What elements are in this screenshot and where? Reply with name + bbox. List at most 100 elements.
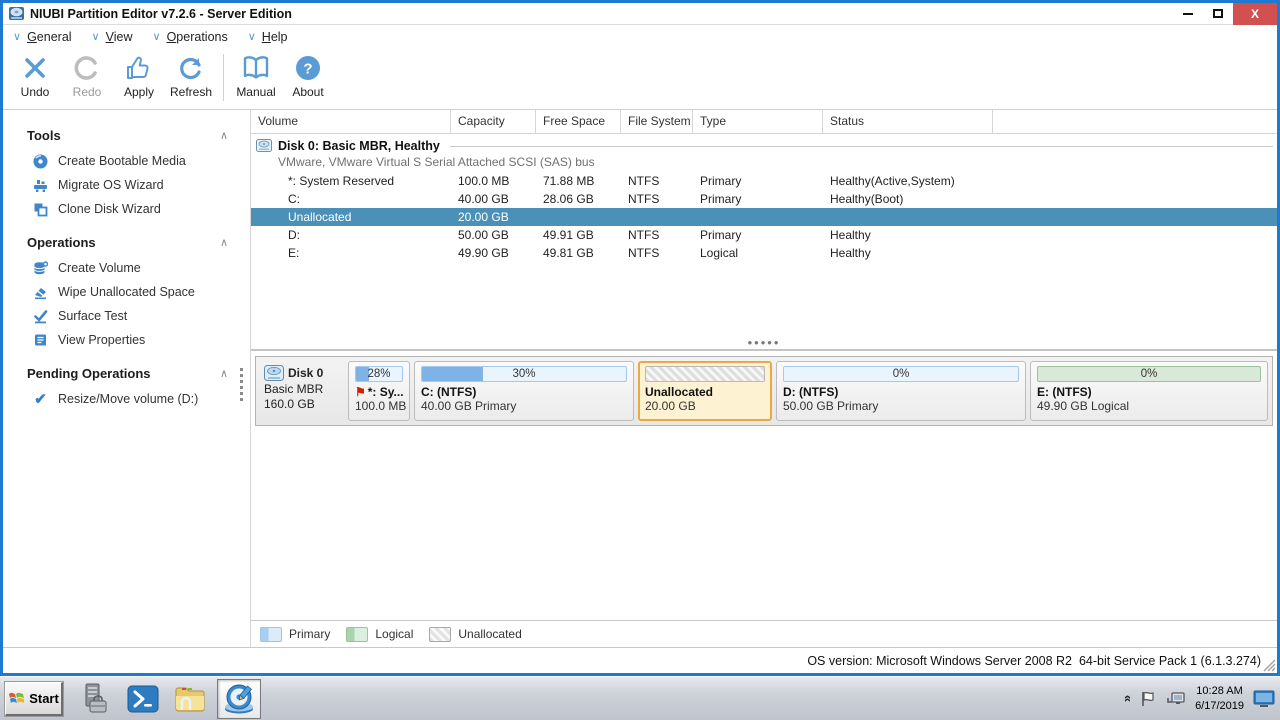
taskbar-icon-niubi-active[interactable]: [217, 678, 261, 719]
partition-block-system-reserved[interactable]: 28% ⚑ *: Sy... 100.0 MB: [348, 361, 410, 421]
menu-general[interactable]: ∨ General: [13, 30, 72, 44]
refresh-icon: [180, 57, 201, 80]
cell-file-system: NTFS: [628, 228, 660, 242]
cell-file-system: NTFS: [628, 246, 660, 260]
taskbar-icon-powershell[interactable]: [121, 679, 165, 719]
menu-view[interactable]: ∨ View: [92, 30, 133, 44]
pending-operations-header[interactable]: Pending Operations ∧: [3, 366, 250, 381]
usage-percent: 28%: [367, 368, 391, 380]
clock[interactable]: 10:28 AM 6/17/2019: [1195, 684, 1244, 714]
column-header-file-system[interactable]: File System: [621, 110, 693, 133]
close-button[interactable]: X: [1233, 2, 1277, 25]
column-header-type[interactable]: Type: [693, 110, 823, 133]
primary-swatch-icon: [260, 626, 282, 642]
disk-info-block[interactable]: Disk 0 Basic MBR 160.0 GB: [260, 361, 344, 421]
undo-button[interactable]: Undo: [9, 51, 61, 109]
chevron-up-icon: ∧: [219, 368, 228, 380]
refresh-label: Refresh: [169, 85, 213, 99]
disk-scheme: Basic MBR: [264, 382, 324, 396]
cell-capacity: 100.0 MB: [458, 174, 510, 188]
taskbar-icon-server-manager[interactable]: [73, 679, 117, 719]
redo-label: Redo: [72, 85, 102, 99]
column-header-capacity[interactable]: Capacity: [451, 110, 536, 133]
disk-name: Disk 0: [288, 366, 324, 380]
resize-grip[interactable]: [1263, 659, 1276, 672]
partition-block-c[interactable]: 30% C: (NTFS) 40.00 GB Primary: [414, 361, 634, 421]
network-icon[interactable]: [1166, 690, 1186, 708]
taskbar-icon-explorer[interactable]: [169, 679, 213, 719]
sidebar-item-view-properties[interactable]: View Properties: [3, 328, 250, 352]
usage-bar: 0%: [783, 366, 1019, 382]
column-header-status[interactable]: Status: [823, 110, 993, 133]
redo-button[interactable]: Redo: [61, 51, 113, 109]
cd-disc-icon: [33, 154, 48, 169]
about-label: About: [292, 85, 324, 99]
sidebar-item-clone-disk-wizard[interactable]: Clone Disk Wizard: [3, 197, 250, 221]
legend-label: Primary: [289, 627, 331, 641]
table-row-d-drive[interactable]: D: 50.00 GB 49.91 GB NTFS Primary Health…: [251, 226, 1277, 244]
usage-bar: 28%: [355, 366, 403, 382]
sidebar-item-surface-test[interactable]: Surface Test: [3, 304, 250, 328]
table-row-system-reserved[interactable]: *: System Reserved 100.0 MB 71.88 MB NTF…: [251, 172, 1277, 190]
cell-filler: [993, 244, 1277, 262]
sidebar-item-wipe-unallocated-space[interactable]: Wipe Unallocated Space: [3, 280, 250, 304]
partition-block-d[interactable]: 0% D: (NTFS) 50.00 GB Primary: [776, 361, 1026, 421]
action-center-flag-icon[interactable]: [1139, 690, 1157, 708]
create-volume-icon: [33, 260, 48, 276]
cell-free-space: 71.88 MB: [543, 174, 595, 188]
legend-item-unallocated: Unallocated: [429, 626, 522, 642]
cell-free-space: 49.91 GB: [543, 228, 594, 242]
cell-type: Primary: [700, 174, 742, 188]
refresh-button[interactable]: Refresh: [165, 51, 217, 109]
operations-header[interactable]: Operations ∧: [3, 235, 250, 250]
clock-date: 6/17/2019: [1195, 699, 1244, 712]
cell-capacity: 40.00 GB: [458, 192, 509, 206]
cell-volume: *: System Reserved: [288, 174, 395, 188]
disk-group-row[interactable]: Disk 0: Basic MBR, Healthy VMware, VMwar…: [251, 134, 1277, 172]
sidebar-splitter-handle[interactable]: [240, 368, 243, 404]
chevron-up-icon: ∧: [219, 130, 228, 142]
column-header-volume[interactable]: Volume: [251, 110, 451, 133]
show-hidden-icons-button[interactable]: »: [1119, 695, 1134, 702]
system-tray: » 10:28 AM 6/17/2019: [1119, 684, 1277, 714]
column-header-free-space[interactable]: Free Space: [536, 110, 621, 133]
maximize-button[interactable]: [1203, 3, 1233, 24]
flag-icon: ⚑: [355, 385, 366, 399]
table-row-e-drive[interactable]: E: 49.90 GB 49.81 GB NTFS Logical Health…: [251, 244, 1277, 262]
sidebar-item-migrate-os-wizard[interactable]: Migrate OS Wizard: [3, 173, 250, 197]
cell-free-space: 49.81 GB: [543, 246, 594, 260]
sidebar-item-create-volume[interactable]: Create Volume: [3, 256, 250, 280]
tools-header-label: Tools: [27, 128, 61, 143]
os-version-text: OS version: Microsoft Windows Server 200…: [807, 653, 1261, 668]
start-button[interactable]: Start: [4, 680, 64, 717]
partition-block-unallocated-selected[interactable]: Unallocated 20.00 GB: [638, 361, 772, 421]
manual-button[interactable]: Manual: [230, 51, 282, 109]
partition-block-e[interactable]: 0% E: (NTFS) 49.90 GB Logical: [1030, 361, 1268, 421]
horizontal-splitter-handle[interactable]: •••••: [251, 336, 1277, 351]
menu-operations[interactable]: ∨ Operations: [153, 30, 228, 44]
cell-type: Primary: [700, 192, 742, 206]
about-button[interactable]: ? About: [282, 51, 334, 109]
pending-item-resize-move[interactable]: ✔ Resize/Move volume (D:): [3, 387, 250, 411]
partition-label: Unallocated: [645, 385, 714, 399]
thumbs-up-icon: [127, 56, 149, 79]
apply-button[interactable]: Apply: [113, 51, 165, 109]
cell-status: Healthy(Boot): [830, 192, 904, 206]
table-row-unallocated-selected[interactable]: Unallocated 20.00 GB: [251, 208, 1277, 226]
status-bar: OS version: Microsoft Windows Server 200…: [3, 647, 1277, 673]
cell-free-space: [536, 208, 621, 226]
menu-help[interactable]: ∨ Help: [248, 30, 288, 44]
legend-item-logical: Logical: [346, 626, 413, 642]
minimize-button[interactable]: [1173, 3, 1203, 24]
cell-capacity: 20.00 GB: [458, 210, 509, 224]
tools-header[interactable]: Tools ∧: [3, 128, 250, 143]
close-icon: X: [1250, 6, 1259, 21]
redo-icon: [74, 56, 97, 80]
sidebar-item-label: Clone Disk Wizard: [58, 202, 161, 216]
show-desktop-button[interactable]: [1253, 689, 1275, 709]
table-row-c-drive[interactable]: C: 40.00 GB 28.06 GB NTFS Primary Health…: [251, 190, 1277, 208]
sidebar-item-create-bootable-media[interactable]: Create Bootable Media: [3, 149, 250, 173]
disk-icon: [264, 365, 284, 381]
sidebar-item-label: View Properties: [58, 333, 146, 347]
app-window: NIUBI Partition Editor v7.2.6 - Server E…: [0, 0, 1280, 676]
